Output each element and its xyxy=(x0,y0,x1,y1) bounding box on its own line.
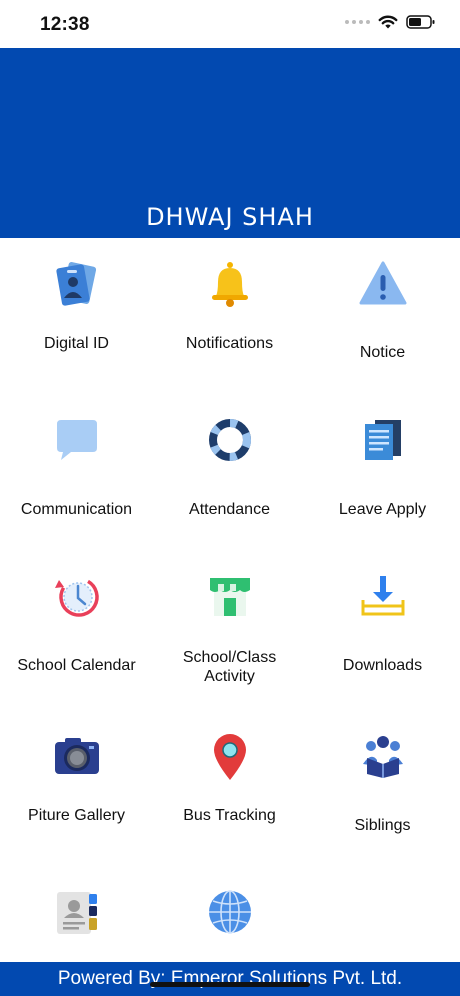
status-icons xyxy=(345,14,436,30)
menu-label: Siblings xyxy=(354,817,411,834)
menu-item-picture-gallery[interactable]: Piture Gallery xyxy=(0,718,153,868)
menu-label-line: School/Class xyxy=(182,649,277,666)
menu-label: Piture Gallery xyxy=(28,807,125,824)
menu-label: Bus Tracking xyxy=(183,807,276,824)
menu-label: Downloads xyxy=(342,657,423,674)
signal-dots-icon xyxy=(345,20,370,24)
menu-item-school-class-activity[interactable]: School/Class Activity xyxy=(153,558,306,708)
wifi-icon xyxy=(378,15,398,29)
menu-label: Notice xyxy=(359,344,406,361)
menu-item-siblings[interactable]: Siblings xyxy=(306,718,459,868)
menu-label: Attendance xyxy=(189,501,270,518)
menu-item-contacts[interactable] xyxy=(0,878,153,962)
store-icon xyxy=(209,578,250,616)
menu-label: School/Class Activity xyxy=(153,648,306,686)
group-reading-icon xyxy=(362,736,403,778)
documents-icon xyxy=(364,420,401,460)
status-bar: 12:38 xyxy=(0,0,460,48)
menu-label: School Calendar xyxy=(17,657,136,674)
id-card-icon xyxy=(55,262,96,306)
globe-icon xyxy=(208,890,251,934)
menu-item-notice[interactable]: Notice xyxy=(306,238,459,388)
contact-book-icon xyxy=(56,892,97,934)
menu-item-bus-tracking[interactable]: Bus Tracking xyxy=(153,718,306,868)
menu-label: Communication xyxy=(20,501,133,518)
menu-item-attendance[interactable]: Attendance xyxy=(153,398,306,548)
menu-label: Notifications xyxy=(185,335,274,352)
menu-item-school-calendar[interactable]: School Calendar xyxy=(0,558,153,708)
chat-bubble-icon xyxy=(56,420,97,460)
profile-header: DHWAJ SHAH xyxy=(0,48,460,238)
download-tray-icon xyxy=(361,576,404,616)
battery-icon xyxy=(406,15,435,29)
ring-icon xyxy=(208,419,251,461)
user-name: DHWAJ SHAH xyxy=(146,203,314,231)
menu-label: Leave Apply xyxy=(338,501,427,518)
status-time: 12:38 xyxy=(40,14,90,35)
menu-item-website[interactable] xyxy=(153,878,306,962)
menu-item-digital-id[interactable]: Digital ID xyxy=(0,238,153,388)
camera-icon xyxy=(54,738,99,774)
menu-item-leave-apply[interactable]: Leave Apply xyxy=(306,398,459,548)
footer-bar: Powered By: Emperor Solutions Pvt. Ltd. xyxy=(0,962,460,996)
menu-item-communication[interactable]: Communication xyxy=(0,398,153,548)
menu-item-notifications[interactable]: Notifications xyxy=(153,238,306,388)
home-indicator[interactable] xyxy=(150,982,310,987)
menu-item-downloads[interactable]: Downloads xyxy=(306,558,459,708)
warning-icon xyxy=(359,261,406,305)
clock-history-icon xyxy=(54,577,99,617)
menu-label: Digital ID xyxy=(44,335,109,352)
map-pin-icon xyxy=(213,734,246,780)
bell-icon xyxy=(211,262,248,307)
menu-label-line: Activity xyxy=(204,668,255,685)
